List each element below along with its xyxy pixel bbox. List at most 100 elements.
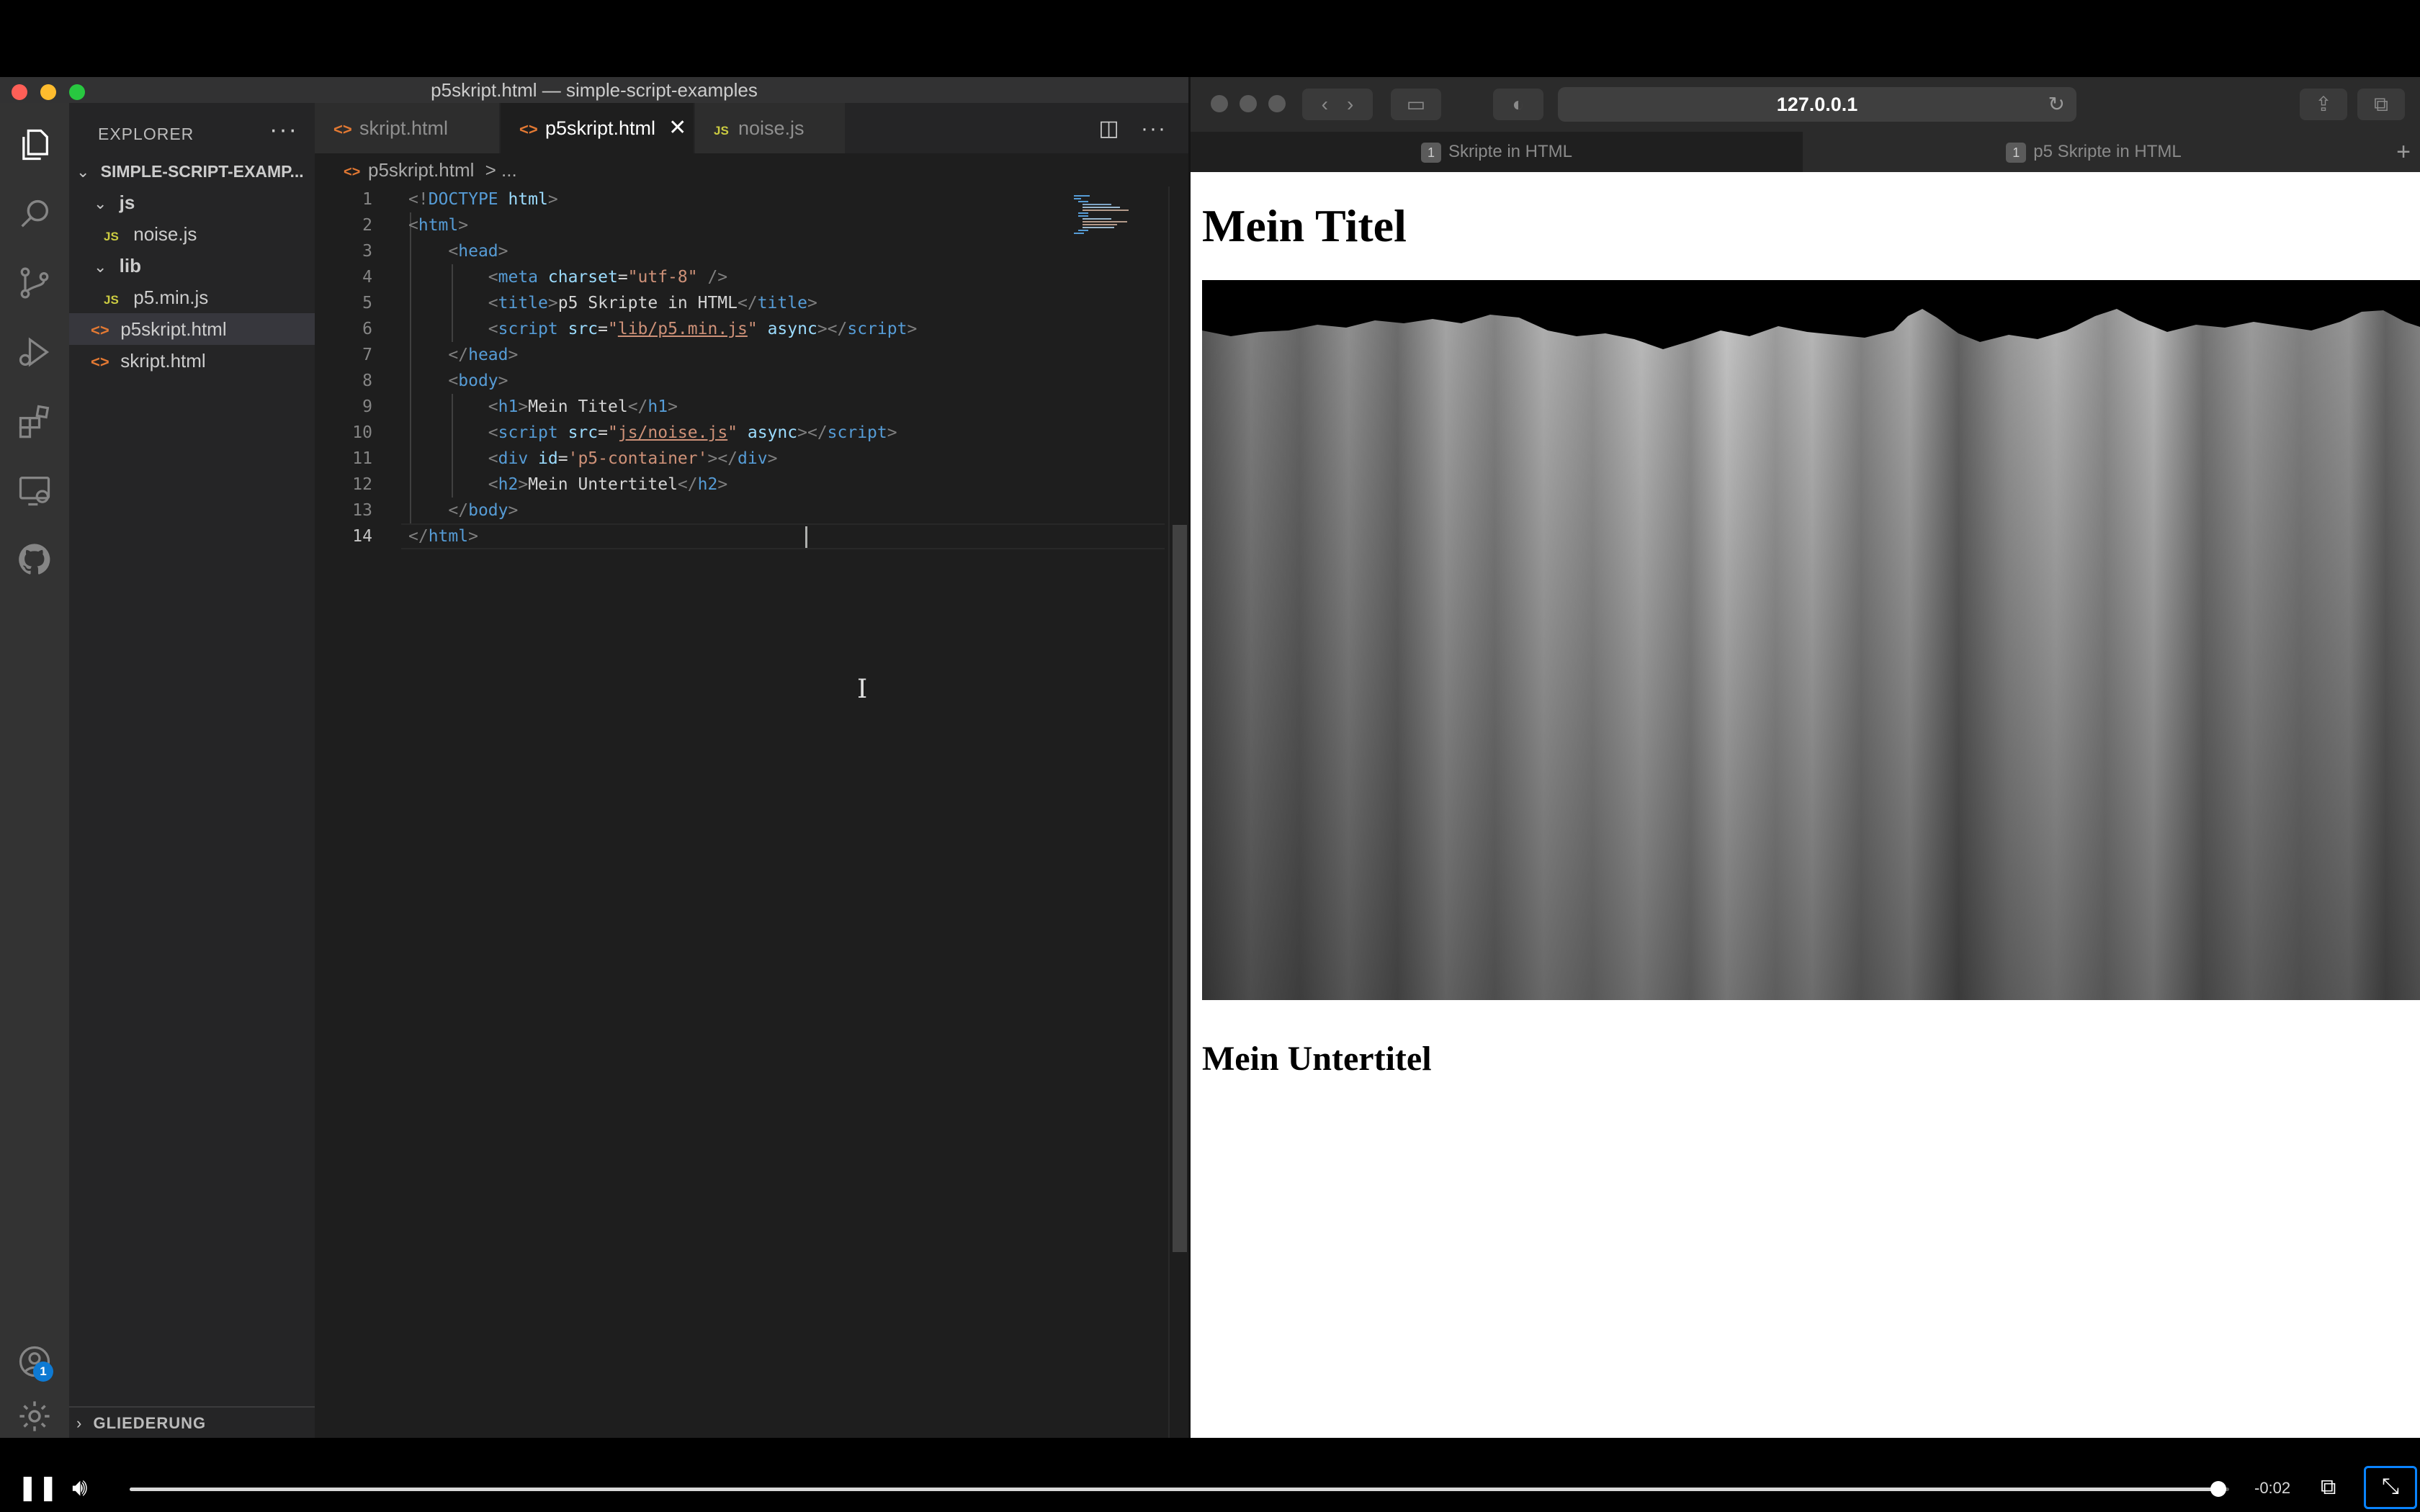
line-number: 10 [352,423,372,442]
tab-favicon: 1 [2006,143,2027,163]
sidebar-toggle-icon[interactable]: ▭ [1391,89,1441,120]
line-number: 2 [362,216,372,235]
explorer-more-actions[interactable]: ··· [269,116,298,144]
tab-label: p5skript.html [545,117,656,139]
browser-tab-p5-skripte[interactable]: 1 p5 Skripte in HTML [1803,132,2385,172]
browser-tab-skripte[interactable]: 1 Skripte in HTML [1191,132,1803,172]
html-file-icon: <> [333,120,352,138]
breadcrumb-file: p5skript.html [368,159,475,181]
screen: p5skript.html — simple-script-examples 1… [0,0,2420,1512]
source-control-icon[interactable] [14,263,55,303]
picture-in-picture-icon[interactable]: ⧉ [2321,1473,2336,1502]
run-debug-icon[interactable] [14,332,55,372]
tree-item-label: p5.min.js [133,287,209,308]
tree-file-noise-js[interactable]: JS noise.js [69,218,315,250]
line-number: 9 [362,397,372,416]
minimize-window-button[interactable] [1240,95,1257,112]
tab-skript-html[interactable]: <> skript.html [315,103,501,153]
line-number: 14 [352,527,372,546]
line-source: <meta charset="utf-8" /> [488,268,728,287]
settings-gear-icon[interactable] [14,1396,55,1436]
line-source: <script src="lib/p5.min.js" async></scri… [488,320,918,338]
browser-tab-label: p5 Skripte in HTML [2033,142,2182,161]
minimap[interactable] [1071,194,1165,237]
more-actions-icon[interactable]: ··· [1141,117,1167,140]
tab-noise-js[interactable]: JS noise.js [695,103,846,153]
html-file-icon: <> [91,321,109,339]
tree-folder-js[interactable]: ⌄ js [69,186,315,218]
line-source: </html> [408,527,478,546]
noise-landscape [1202,280,2420,1000]
tree-item-label: noise.js [133,223,197,245]
split-editor-icon[interactable]: ◫ [1098,117,1119,140]
remote-explorer-icon[interactable] [14,470,55,510]
editor-actions: ◫ ··· [1098,116,1167,141]
tab-label: skript.html [359,117,449,139]
line-source: </head> [448,346,519,364]
explorer-title: EXPLORER [98,125,194,143]
line-number: 13 [352,501,372,520]
tab-label: noise.js [738,117,805,139]
outline-section[interactable]: › GLIEDERUNG [69,1406,315,1438]
progress-knob[interactable] [2210,1481,2227,1497]
zoom-window-button[interactable] [1268,95,1286,112]
vscode-titlebar: p5skript.html — simple-script-examples [0,77,1188,103]
editor-tab-bar: <> skript.html <> p5skript.html ✕ JS noise.j… [315,103,1188,153]
workspace-root-label: SIMPLE-SCRIPT-EXAMP... [100,162,304,181]
address-bar[interactable]: 127.0.0.1 ↻ [1558,87,2076,122]
search-icon[interactable] [14,194,55,234]
back-forward-buttons: ‹ › [1302,89,1373,120]
pause-icon[interactable]: ❚❚ [17,1473,58,1502]
web-page: Mein Titel Mein Untertitel [1191,172,2420,1438]
page-heading: Mein Titel [1202,200,1407,251]
share-icon[interactable]: ⇪ [2300,89,2347,120]
close-tab-icon[interactable]: ✕ [668,116,686,140]
line-source: <title>p5 Skripte in HTML</title> [488,294,817,312]
outline-label: GLIEDERUNG [93,1414,207,1432]
explorer-icon[interactable] [14,125,55,165]
tree-file-p5-min-js[interactable]: JS p5.min.js [69,282,315,313]
volume-icon[interactable]: 🔊︎ [72,1473,87,1502]
editor-scrollbar[interactable] [1168,186,1188,1438]
privacy-shield-icon[interactable]: ◐ [1493,89,1543,120]
breadcrumb[interactable]: <> p5skript.html > ... [315,153,1188,186]
progress-bar[interactable] [130,1481,2229,1497]
back-arrow-icon[interactable]: ‹ [1322,93,1328,115]
html-file-icon: <> [91,353,109,371]
p5-canvas[interactable] [1202,280,2420,1000]
tab-favicon: 1 [1420,143,1441,163]
tree-file-skript-html[interactable]: <> skript.html [69,345,315,377]
line-number: 7 [362,346,372,364]
reload-icon[interactable]: ↻ [2048,87,2065,122]
text-caret [805,526,807,548]
js-file-icon: JS [714,124,729,138]
exit-fullscreen-button[interactable]: ⤡ [2364,1466,2417,1509]
line-number: 8 [362,372,372,390]
tab-p5skript-html[interactable]: <> p5skript.html ✕ [501,103,695,153]
js-file-icon: JS [104,293,119,307]
line-number: 6 [362,320,372,338]
progress-fill [130,1488,2219,1491]
line-number: 4 [362,268,372,287]
tree-folder-lib[interactable]: ⌄ lib [69,250,315,282]
breadcrumb-rest: > ... [485,159,517,181]
line-source: </body> [448,501,519,520]
tab-overview-icon[interactable]: ⧉ [2357,89,2405,120]
url-text: 127.0.0.1 [1776,94,1858,115]
workspace-root[interactable]: ⌄ SIMPLE-SCRIPT-EXAMP... [69,155,315,186]
close-window-button[interactable] [1211,95,1228,112]
video-controls: ❚❚ 🔊︎ -0:02 ⧉ ⤡ [0,1463,2420,1512]
account-icon[interactable]: 1 [14,1341,55,1382]
extensions-icon[interactable] [14,401,55,441]
line-number: 1 [362,190,372,209]
github-icon[interactable] [14,539,55,580]
scrollbar-thumb[interactable] [1173,525,1187,1252]
new-tab-button[interactable]: + [2385,132,2420,172]
tree-item-label: lib [119,255,142,276]
window-title: p5skript.html — simple-script-examples [431,79,758,101]
forward-arrow-icon[interactable]: › [1347,93,1353,115]
tree-file-p5skript-html[interactable]: <> p5skript.html [69,313,315,345]
code-editor[interactable]: 1 <!DOCTYPE html> 2 <html> 3 <head> 4 <meta c… [315,186,1188,1438]
line-source: <head> [448,242,508,261]
tree-item-label: js [119,192,135,213]
